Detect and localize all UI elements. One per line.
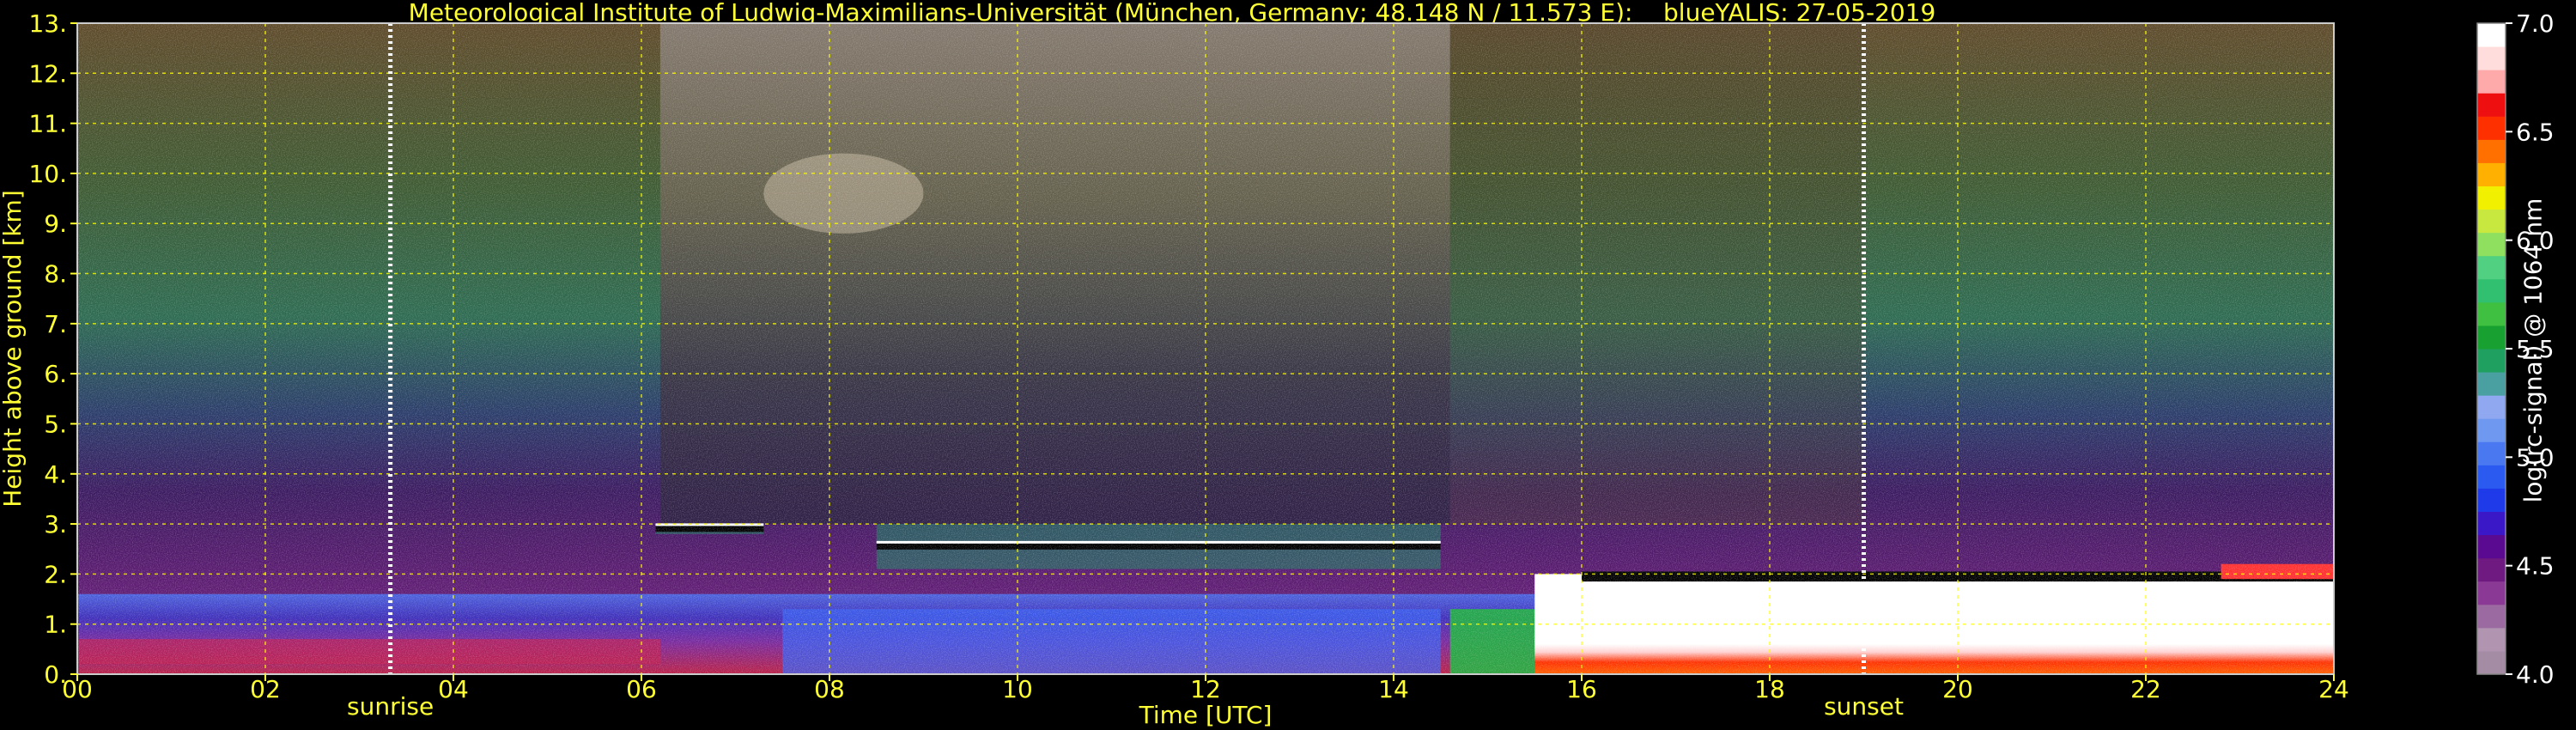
- x-tick-label: 02: [250, 675, 281, 703]
- colorbar-segment: [2477, 465, 2506, 489]
- x-tick-label: 20: [1942, 675, 1973, 703]
- x-tick-label: 18: [1754, 675, 1785, 703]
- colorbar-segment: [2477, 70, 2506, 94]
- colorbar-tick-label: 5.0: [2516, 443, 2555, 471]
- colorbar-tick-label: 6.0: [2516, 227, 2555, 255]
- x-tick-label: 24: [2318, 675, 2349, 703]
- colorbar-segment: [2477, 534, 2506, 559]
- x-tick-label: 22: [2130, 675, 2161, 703]
- y-tick-label: 2.: [44, 560, 67, 588]
- colorbar-segment: [2477, 604, 2506, 629]
- colorbar: 4.0 4.5 5.0 5.5 6.0 6.5 7.0: [2476, 9, 2555, 689]
- colorbar-segment: [2477, 301, 2506, 326]
- x-tick-label: 10: [1002, 675, 1033, 703]
- y-tick-label: 12.: [28, 59, 67, 88]
- colorbar-segment: [2477, 232, 2506, 257]
- colorbar-segment: [2477, 93, 2506, 117]
- colorbar-segment: [2477, 162, 2506, 186]
- y-tick-label: 13.: [28, 9, 67, 38]
- colorbar-tick-label: 4.5: [2516, 552, 2555, 581]
- colorbar-segment: [2477, 488, 2506, 512]
- sunset-label: sunset: [1824, 692, 1904, 721]
- colorbar-segment: [2477, 116, 2506, 140]
- x-tick-label: 04: [438, 675, 469, 703]
- y-tick-label: 1.: [44, 611, 67, 639]
- colorbar-segment: [2477, 581, 2506, 605]
- colorbar-tick-label: 6.5: [2516, 118, 2555, 146]
- chart: sunrise sunset00 02 04 06 08 10 12 14 16 18 20 22 240…: [0, 9, 2555, 729]
- y-tick-label: 0.: [44, 660, 67, 689]
- colorbar-segment: [2477, 46, 2506, 70]
- colorbar-segment: [2477, 255, 2506, 280]
- colorbar-segment: [2477, 278, 2506, 303]
- colorbar-segment: [2477, 395, 2506, 419]
- x-tick-label: 06: [626, 675, 657, 703]
- x-tick-label: 08: [814, 675, 845, 703]
- y-tick-label: 10.: [28, 160, 67, 188]
- x-tick-label: 16: [1566, 675, 1597, 703]
- sunrise-label: sunrise: [347, 692, 434, 721]
- y-tick-label: 8.: [44, 260, 67, 289]
- y-tick-label: 7.: [44, 310, 67, 338]
- x-tick-label: 14: [1378, 675, 1409, 703]
- colorbar-segment: [2477, 418, 2506, 442]
- colorbar-segment: [2477, 627, 2506, 652]
- colorbar-segment: [2477, 650, 2506, 675]
- y-tick-label: 9.: [44, 210, 67, 238]
- colorbar-segment: [2477, 349, 2506, 373]
- colorbar-segment: [2477, 557, 2506, 582]
- colorbar-segment: [2477, 209, 2506, 234]
- colorbar-segment: [2477, 23, 2506, 47]
- colorbar-tick-label: 4.0: [2516, 660, 2555, 689]
- colorbar-tick-label: 7.0: [2516, 9, 2555, 38]
- y-axis-label: Height above ground [km]: [0, 190, 27, 508]
- colorbar-segment: [2477, 511, 2506, 536]
- y-tick-label: 3.: [44, 510, 67, 538]
- x-tick-label: 12: [1190, 675, 1221, 703]
- colorbar-segment: [2477, 372, 2506, 396]
- y-tick-label: 4.: [44, 460, 67, 489]
- y-tick-label: 6.: [44, 360, 67, 388]
- colorbar-segment: [2477, 139, 2506, 163]
- y-tick-label: 5.: [44, 410, 67, 438]
- colorbar-segment: [2477, 325, 2506, 350]
- y-tick-label: 11.: [28, 110, 67, 138]
- colorbar-segment: [2477, 441, 2506, 465]
- colorbar-segment: [2477, 186, 2506, 210]
- x-axis-label: Time [UTC]: [1139, 701, 1273, 729]
- colorbar-tick-label: 5.5: [2516, 335, 2555, 363]
